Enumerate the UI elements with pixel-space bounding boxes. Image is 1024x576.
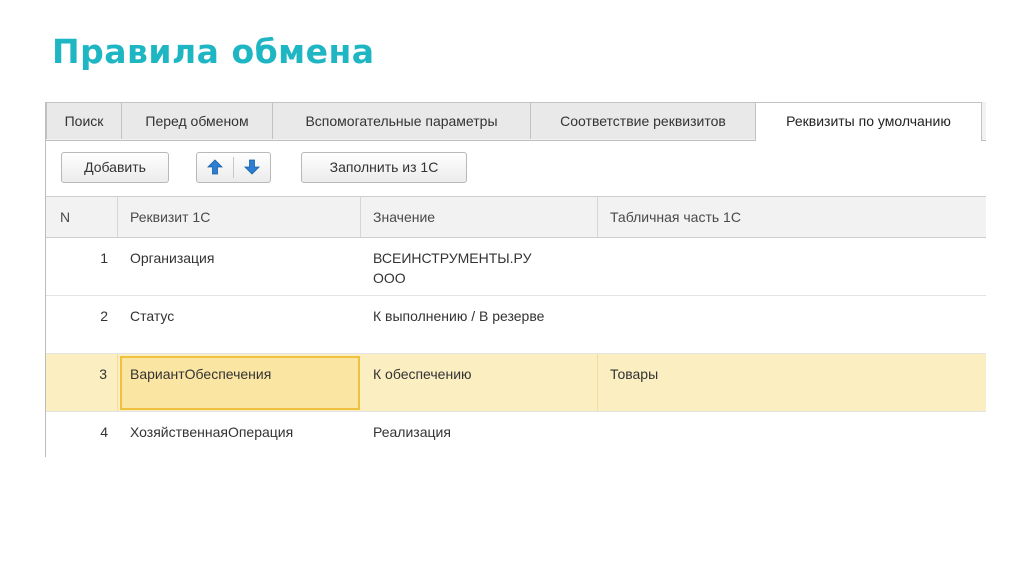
tab-bar: Поиск Перед обменом Вспомогательные пара… bbox=[46, 102, 986, 141]
row-number: 3 bbox=[46, 354, 118, 411]
tab-before-exchange[interactable]: Перед обменом bbox=[121, 102, 273, 139]
table-part-cell[interactable] bbox=[598, 296, 986, 353]
move-up-button[interactable] bbox=[197, 153, 233, 182]
tab-auxiliary-parameters[interactable]: Вспомогательные параметры bbox=[272, 102, 531, 139]
tab-default-attributes[interactable]: Реквизиты по умолчанию bbox=[755, 102, 982, 141]
table-row[interactable]: 2 Статус К выполнению / В резерве bbox=[46, 296, 986, 354]
value-cell[interactable]: ВСЕИНСТРУМЕНТЫ.РУ ООО bbox=[361, 238, 598, 295]
value-cell[interactable]: Реализация bbox=[361, 412, 598, 457]
row-number: 1 bbox=[100, 250, 108, 266]
move-down-button[interactable] bbox=[234, 153, 270, 182]
value-line: ООО bbox=[373, 270, 406, 286]
table-row-selected[interactable]: 3 ВариантОбеспечения К обеспечению Товар… bbox=[46, 354, 986, 412]
column-header-number[interactable]: N bbox=[46, 197, 118, 237]
table-row[interactable]: 1 Организация ВСЕИНСТРУМЕНТЫ.РУ ООО bbox=[46, 238, 986, 296]
table-row[interactable]: 4 ХозяйственнаяОперация Реализация bbox=[46, 412, 986, 457]
arrow-down-icon bbox=[244, 159, 260, 175]
fill-from-1c-button[interactable]: Заполнить из 1С bbox=[301, 152, 467, 183]
value-line: ВСЕИНСТРУМЕНТЫ.РУ bbox=[373, 250, 532, 266]
value-cell[interactable]: К обеспечению bbox=[361, 354, 598, 411]
arrow-up-icon bbox=[207, 159, 223, 175]
attribute-cell-focused[interactable]: ВариантОбеспечения bbox=[118, 354, 361, 411]
attribute-cell[interactable]: ХозяйственнаяОперация bbox=[118, 412, 361, 457]
tab-attribute-mapping[interactable]: Соответствие реквизитов bbox=[530, 102, 756, 139]
default-attributes-table: N Реквизит 1С Значение Табличная часть 1… bbox=[46, 196, 986, 457]
exchange-rules-window: Поиск Перед обменом Вспомогательные пара… bbox=[45, 102, 986, 457]
tab-search[interactable]: Поиск bbox=[46, 102, 122, 139]
row-number: 2 bbox=[100, 308, 108, 324]
column-header-table-part[interactable]: Табличная часть 1С bbox=[598, 197, 986, 237]
add-button[interactable]: Добавить bbox=[61, 152, 169, 183]
table-part-cell[interactable] bbox=[598, 412, 986, 457]
slide-title: Правила обмена bbox=[52, 32, 375, 71]
row-number: 4 bbox=[100, 424, 108, 440]
column-header-attribute[interactable]: Реквизит 1С bbox=[118, 197, 361, 237]
column-header-value[interactable]: Значение bbox=[361, 197, 598, 237]
attribute-cell[interactable]: Организация bbox=[118, 238, 361, 295]
attribute-cell[interactable]: Статус bbox=[118, 296, 361, 353]
table-header: N Реквизит 1С Значение Табличная часть 1… bbox=[46, 196, 986, 238]
table-part-cell[interactable]: Товары bbox=[598, 354, 986, 411]
value-cell[interactable]: К выполнению / В резерве bbox=[361, 296, 598, 353]
move-buttons-group bbox=[196, 152, 271, 183]
table-part-cell[interactable] bbox=[598, 238, 986, 295]
